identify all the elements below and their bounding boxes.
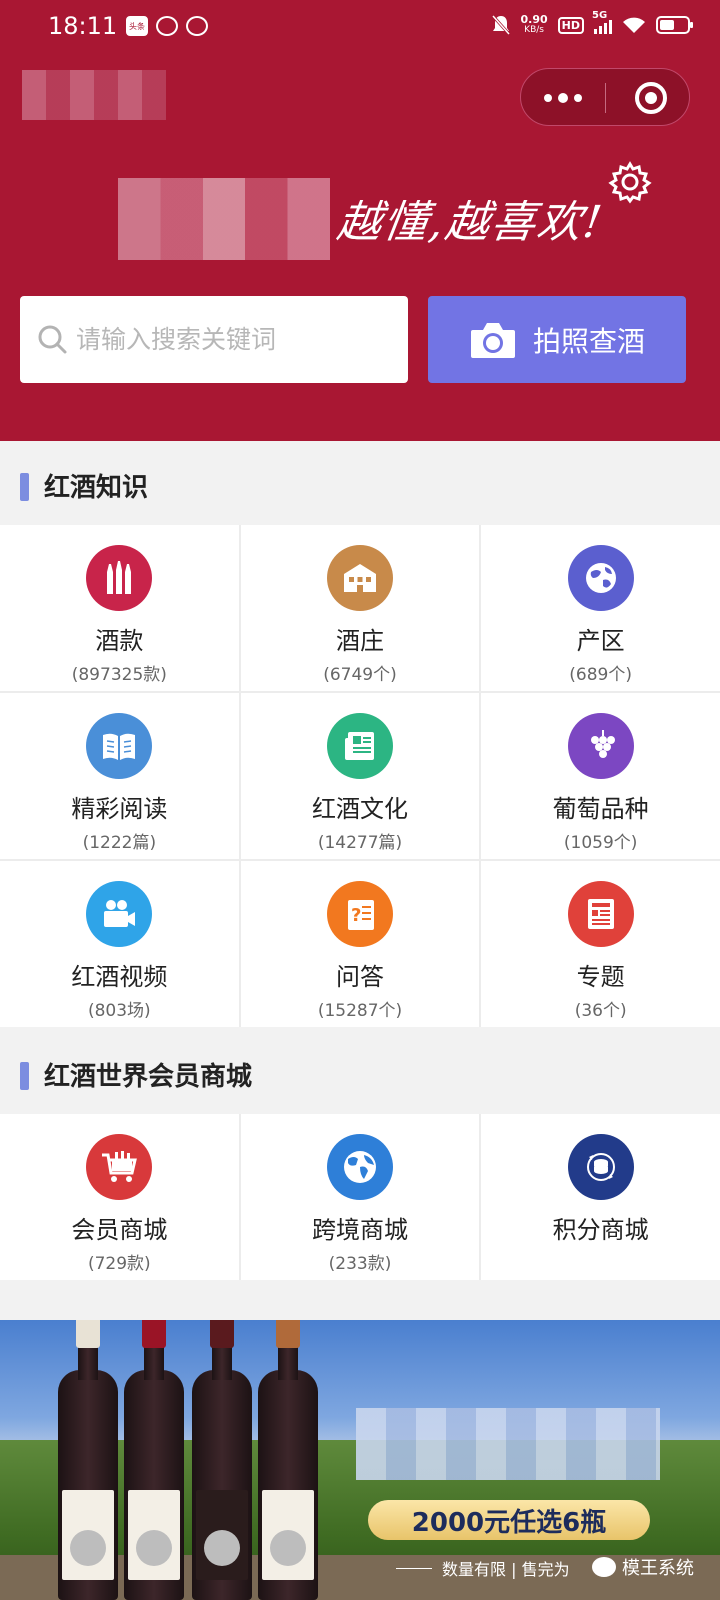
hd-badge: HD	[557, 16, 584, 34]
book-icon	[86, 713, 153, 779]
grid-item-points-coin[interactable]: 积分商城	[481, 1114, 720, 1280]
grid-item-count: (36个)	[574, 1001, 627, 1021]
status-right: 0.90 KB/s HD 5G	[491, 10, 693, 36]
search-input[interactable]	[76, 316, 396, 362]
grid-item-count: (897325款)	[71, 665, 167, 685]
grid-item-shopping-cart[interactable]: 会员商城 (729款)	[0, 1114, 239, 1280]
watermark: 模王系统	[592, 1554, 694, 1580]
grid-item-topic[interactable]: 专题 (36个)	[481, 861, 720, 1027]
net-speed: 0.90 KB/s	[521, 14, 548, 36]
photo-search-button[interactable]: 拍照查酒	[428, 296, 686, 383]
knowledge-grid: 酒款 (897325款) 酒庄 (6749个) 产区 (689个) 精彩阅读 (1222篇) 红…	[0, 525, 720, 1027]
wine-bottles-icon	[86, 545, 153, 611]
search-box[interactable]	[20, 296, 408, 383]
more-button[interactable]	[521, 69, 605, 127]
grid-item-newspaper[interactable]: 红酒文化 (14277篇)	[240, 693, 480, 859]
grid-item-count: (1059个)	[563, 833, 638, 853]
wine-bottle-image	[192, 1320, 252, 1600]
net-speed-unit: KB/s	[524, 25, 544, 35]
close-target-button[interactable]	[635, 82, 667, 114]
grid-item-label: 跨境商城	[311, 1216, 408, 1244]
grid-item-label: 葡萄品种	[552, 795, 649, 823]
grid-item-label: 专题	[576, 963, 625, 991]
status-bar: 18:11 头条 0.90 KB/s HD 5G	[0, 0, 720, 56]
grid-item-label: 红酒文化	[311, 795, 408, 823]
grid-item-label: 问答	[335, 963, 384, 991]
grid-item-book[interactable]: 精彩阅读 (1222篇)	[0, 693, 239, 859]
svg-text:?: ?	[351, 905, 361, 926]
grid-item-winery-building[interactable]: 酒庄 (6749个)	[240, 525, 480, 691]
mall-grid: 会员商城 (729款) 跨境商城 (233款) 积分商城	[0, 1114, 720, 1280]
grid-item-count: (14277篇)	[317, 833, 403, 853]
watermark-text: 模王系统	[622, 1558, 694, 1579]
grid-item-count: (1222篇)	[82, 833, 157, 853]
blurred-promo-title	[356, 1408, 660, 1480]
grid-item-label: 酒款	[95, 627, 144, 655]
section-knowledge-header: 红酒知识	[0, 441, 720, 525]
search-icon	[38, 325, 67, 354]
net-speed-value: 0.90	[520, 13, 548, 26]
grape-icon	[567, 713, 634, 779]
shopping-cart-icon	[86, 1134, 153, 1200]
wine-bottle-image	[58, 1320, 118, 1600]
newspaper-icon	[326, 713, 393, 779]
section-title: 红酒世界会员商城	[44, 1062, 253, 1092]
grid-item-label: 精彩阅读	[71, 795, 168, 823]
section-mall-header: 红酒世界会员商城	[0, 1030, 720, 1114]
battery-icon	[656, 16, 693, 34]
signal-icon: 5G	[592, 10, 612, 34]
world-map-icon	[326, 1134, 393, 1200]
grid-item-count: (729款)	[87, 1254, 151, 1274]
wechat-icon	[592, 1557, 616, 1577]
toutiao-badge-icon: 头条	[126, 16, 148, 36]
section-accent-bar	[20, 473, 29, 501]
promo-tagline-text: 数量有限 | 售完为	[442, 1560, 570, 1579]
photo-button-label: 拍照查酒	[532, 324, 645, 358]
wine-bottle-image	[124, 1320, 184, 1600]
grid-item-label: 产区	[576, 627, 625, 655]
network-type: 5G	[592, 10, 608, 21]
wine-bottle-image	[258, 1320, 318, 1600]
grid-item-count: (689个)	[569, 665, 633, 685]
grid-item-label: 酒庄	[335, 627, 384, 655]
grid-item-globe[interactable]: 产区 (689个)	[481, 525, 720, 691]
grid-item-count: (6749个)	[323, 665, 397, 685]
blurred-app-title	[22, 70, 166, 120]
section-accent-bar	[20, 1062, 29, 1090]
app-screen: 18:11 头条 0.90 KB/s HD 5G 越懂,越喜欢! 请输入搜索关键…	[0, 0, 720, 1600]
grid-item-world-map[interactable]: 跨境商城 (233款)	[240, 1114, 480, 1280]
miniprogram-capsule	[520, 68, 690, 126]
grid-item-video-camera[interactable]: 红酒视频 (803场)	[0, 861, 239, 1027]
gear-icon[interactable]	[608, 160, 652, 204]
grid-item-grape[interactable]: 葡萄品种 (1059个)	[481, 693, 720, 859]
header: 18:11 头条 0.90 KB/s HD 5G 越懂,越喜欢! 请输入搜索关键…	[0, 0, 720, 441]
notification-icons: 头条	[126, 16, 208, 36]
mute-bell-icon	[491, 15, 510, 35]
video-camera-icon	[86, 881, 153, 947]
promo-tagline: 数量有限 | 售完为	[396, 1556, 570, 1580]
grid-item-count: (803场)	[87, 1001, 151, 1021]
chat-notification-icon	[186, 16, 208, 36]
promo-offer: 2000元任选6瓶	[368, 1500, 650, 1540]
grid-item-label: 会员商城	[71, 1216, 168, 1244]
qa-icon: ?	[326, 881, 393, 947]
blurred-brand-logo	[118, 178, 330, 260]
slogan: 越懂,越喜欢!	[333, 197, 607, 248]
app-notification-icon	[156, 16, 178, 36]
globe-icon	[567, 545, 634, 611]
points-coin-icon	[567, 1134, 634, 1200]
capsule-divider	[605, 83, 606, 113]
grid-item-label: 红酒视频	[71, 963, 168, 991]
grid-item-count: (15287个)	[317, 1001, 403, 1021]
section-title: 红酒知识	[44, 473, 149, 503]
grid-item-count: (233款)	[328, 1254, 392, 1274]
winery-building-icon	[326, 545, 393, 611]
grid-item-label: 积分商城	[552, 1216, 649, 1244]
status-time: 18:11	[48, 12, 118, 40]
grid-item-qa[interactable]: ? 问答 (15287个)	[240, 861, 480, 1027]
topic-icon	[567, 881, 634, 947]
wifi-icon	[623, 17, 645, 33]
camera-icon	[470, 322, 515, 358]
grid-item-wine-bottles[interactable]: 酒款 (897325款)	[0, 525, 239, 691]
